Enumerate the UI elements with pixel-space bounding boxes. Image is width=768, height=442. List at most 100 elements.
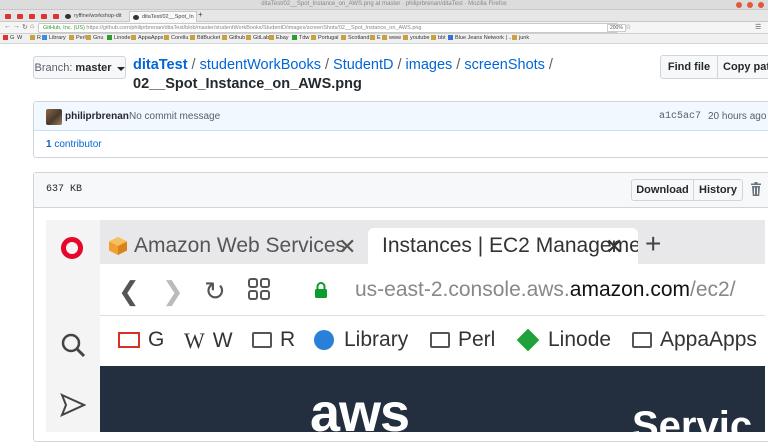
- bookmark-item[interactable]: junk: [512, 35, 529, 41]
- maximize-button[interactable]: [747, 2, 753, 8]
- search-icon: [61, 333, 86, 358]
- bookmark-item[interactable]: Perl: [69, 35, 86, 41]
- file-name: 02__Spot_Instance_on_AWS.png: [133, 76, 362, 92]
- bookmark-item[interactable]: BitBucket: [190, 35, 220, 41]
- send-icon: [60, 393, 86, 417]
- folder-icon: [131, 35, 136, 41]
- bookmark-item[interactable]: R: [30, 35, 41, 41]
- folder-icon: [190, 35, 195, 41]
- folder-icon: [430, 332, 450, 348]
- wikipedia-icon: W: [184, 328, 205, 353]
- commit-author[interactable]: philiprbrenan: [65, 111, 129, 122]
- linode-icon: [516, 328, 540, 352]
- folder-icon: [164, 35, 169, 41]
- bookmark-item[interactable]: Linode: [107, 35, 131, 41]
- folder-icon: [30, 35, 35, 41]
- contributors-label: contributor: [54, 139, 102, 150]
- menu-icon[interactable]: ☰: [755, 23, 761, 31]
- star-icon[interactable]: ☆: [625, 23, 631, 31]
- avatar[interactable]: [46, 109, 62, 125]
- chevron-left-icon: ❮: [118, 276, 140, 306]
- new-tab-button[interactable]: +: [198, 10, 208, 21]
- commit-sha[interactable]: a1c5ac7: [659, 111, 701, 122]
- close-icon: ✕: [605, 234, 624, 259]
- breadcrumb-item[interactable]: studentWorkBooks: [200, 57, 321, 73]
- bookmark-item[interactable]: youtube: [403, 35, 430, 41]
- folder-icon: [252, 332, 272, 348]
- youtube-icon: [29, 14, 35, 19]
- find-file-button[interactable]: Find file: [660, 55, 718, 79]
- home-icon[interactable]: ⌂: [30, 23, 34, 30]
- address-bar[interactable]: GitHub, Inc. (US) https://github.com/phi…: [38, 23, 618, 33]
- folder-icon: [222, 35, 227, 41]
- branch-selector[interactable]: Branch: master: [33, 56, 126, 79]
- back-icon[interactable]: ←: [4, 23, 11, 30]
- commit-box: philiprbrenan No commit message a1c5ac7 …: [33, 101, 768, 158]
- navigation-toolbar: ← → ↻ ⌂ GitHub, Inc. (US) https://github…: [0, 22, 768, 34]
- image-url: us-east-2.console.aws.amazon.com/ec2/: [355, 278, 736, 301]
- bookmark-item[interactable]: W: [17, 35, 22, 41]
- image-bookmark: Perl: [430, 328, 495, 352]
- breadcrumb-separator: /: [456, 57, 461, 73]
- bookmark-item[interactable]: Gnu: [86, 35, 103, 41]
- zoom-indicator[interactable]: 200%: [607, 24, 626, 32]
- breadcrumb-item[interactable]: screenShots: [464, 57, 545, 73]
- browser-tab[interactable]: ryffine/workshop-dit: [62, 11, 128, 22]
- bookmark-item[interactable]: E: [370, 35, 381, 41]
- bookmark-item[interactable]: AppaApps: [131, 35, 163, 41]
- reload-icon[interactable]: ↻: [22, 23, 28, 31]
- browser-tab-active[interactable]: ditaTest/02__Spot_In: [129, 11, 197, 22]
- breadcrumb-item[interactable]: images: [406, 57, 453, 73]
- image-bookmark: Linode: [516, 328, 611, 352]
- forward-icon[interactable]: →: [13, 23, 20, 30]
- plus-icon: +: [645, 228, 662, 259]
- window-titlebar: ditaTest/02__Spot_Instance_on_AWS.png at…: [0, 0, 768, 10]
- image-tab-active: Instances | EC2 Management: [368, 228, 638, 264]
- youtube-icon: [41, 14, 47, 19]
- image-opera-sidebar: [46, 220, 100, 432]
- bookmark-item[interactable]: G: [3, 35, 14, 41]
- breadcrumb: ditaTest / studentWorkBooks / StudentD / image…: [133, 57, 557, 73]
- security-indicator: GitHub, Inc. (US): [43, 25, 85, 31]
- branch-label: Branch:: [34, 61, 73, 74]
- history-button[interactable]: History: [693, 179, 743, 201]
- window-controls: [736, 2, 764, 8]
- folder-icon: [69, 35, 74, 41]
- grid-icon: [248, 278, 270, 300]
- bookmark-item[interactable]: Library: [42, 35, 66, 41]
- folder-icon: [632, 332, 652, 348]
- bookmark-item[interactable]: GitLab: [246, 35, 269, 41]
- gmail-icon: [118, 332, 140, 348]
- tab-label: ditaTest/02__Spot_In: [142, 14, 194, 20]
- opera-logo-icon: [61, 237, 83, 259]
- image-address-bar: ❮ ❯ ↻ us-east-2.console.aws.amazon.com/e…: [100, 264, 765, 316]
- image-bookmark: G: [118, 328, 164, 352]
- bookmark-item[interactable]: Portugal: [311, 35, 339, 41]
- copy-path-button[interactable]: Copy path: [717, 55, 768, 79]
- bookmark-item[interactable]: bbt: [431, 35, 446, 41]
- breadcrumb-separator: /: [397, 57, 402, 73]
- download-button[interactable]: Download: [631, 179, 694, 201]
- minimize-button[interactable]: [736, 2, 742, 8]
- bookmark-item[interactable]: Github: [222, 35, 245, 41]
- bookmark-item[interactable]: Scotland: [341, 35, 369, 41]
- folder-icon: [311, 35, 316, 41]
- aws-cube-icon: [109, 237, 127, 255]
- breadcrumb-separator: /: [191, 57, 196, 73]
- contributors-link[interactable]: 1 contributor: [46, 139, 102, 150]
- bookmark-item[interactable]: Tdw: [292, 35, 309, 41]
- bookmark-item[interactable]: Blue Jeans Network | ...: [448, 35, 513, 41]
- bookmarks-toolbar: G W R Library Perl Gnu Linode AppaApps C…: [0, 34, 768, 44]
- gmail-icon: [3, 35, 8, 41]
- bookmark-item[interactable]: Ebay: [269, 35, 289, 41]
- reload-icon: ↻: [204, 276, 226, 306]
- bookmark-item[interactable]: www: [382, 35, 401, 41]
- file-header: 637 KB Download History: [34, 173, 768, 208]
- close-window-button[interactable]: [758, 2, 764, 8]
- image-heading-fragment: Servic: [632, 404, 753, 432]
- breadcrumb-item[interactable]: StudentD: [333, 57, 393, 73]
- breadcrumb-separator: /: [325, 57, 330, 73]
- bookmark-item[interactable]: Corellu: [164, 35, 188, 41]
- breadcrumb-repo[interactable]: ditaTest: [133, 57, 188, 73]
- trash-icon[interactable]: [750, 182, 762, 196]
